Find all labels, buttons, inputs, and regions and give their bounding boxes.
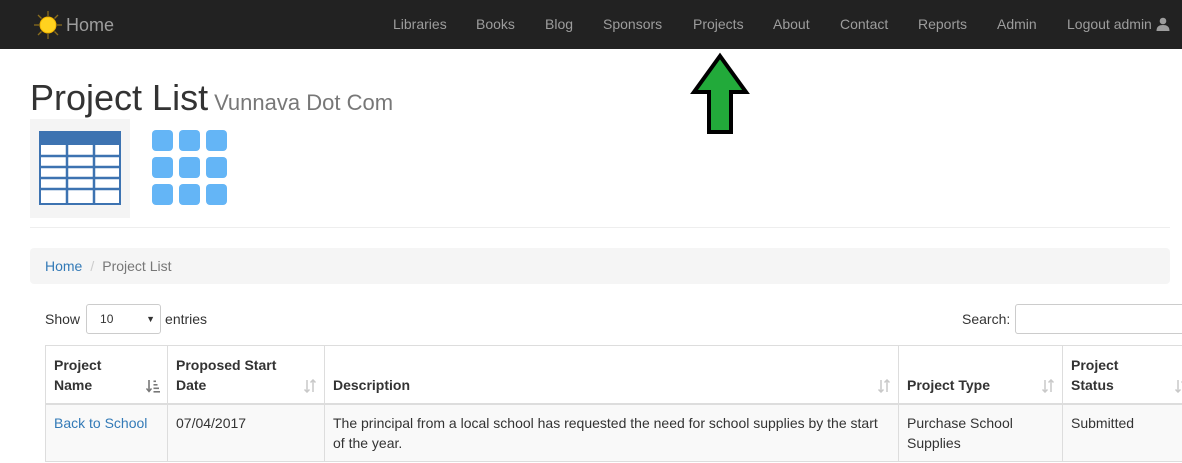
col-header-line1: Proposed Start [176,356,277,373]
breadcrumb-home-link[interactable]: Home [45,258,82,274]
caret-down-icon: ▼ [146,314,156,324]
cell-description: The principal from a local school has re… [324,403,899,462]
sort-both-icon [877,378,891,393]
table-header-row: Project Name Proposed Start Date Descrip… [45,345,1182,405]
divider [30,227,1170,228]
sort-both-icon [303,378,317,393]
project-table-wrapper: Project Name Proposed Start Date Descrip… [45,345,1182,463]
cell-project-name: Back to School [45,403,168,462]
table-row: Back to School 07/04/2017 The principal … [45,403,1182,462]
table-search-control: Search: [962,304,1182,334]
breadcrumb: Home / Project List [30,248,1170,284]
nav-sponsors[interactable]: Sponsors [603,16,662,32]
col-header-line1: Project [1071,356,1119,373]
sort-both-icon [1041,378,1055,393]
col-header-line2: Date [176,376,207,393]
project-link[interactable]: Back to School [54,415,147,431]
nav-books[interactable]: Books [476,16,515,32]
nav-menu: Libraries Books Blog Sponsors Projects A… [0,0,1182,49]
col-header-line2: Project Type [907,376,990,393]
entries-select[interactable]: 10 ▼ [86,304,162,334]
cell-project-type: Purchase School Supplies [898,403,1063,462]
up-arrow-annotation-icon [690,52,750,134]
nav-reports[interactable]: Reports [918,16,967,32]
cell-project-status: Submitted [1062,403,1182,462]
page-title-text: Project List [30,77,209,118]
page-title: Project List Vunnava Dot Com [30,78,393,123]
table-view-button[interactable] [30,119,130,218]
user-icon [1156,17,1170,31]
grid-view-button[interactable] [150,128,230,208]
entries-label: entries [165,311,208,327]
breadcrumb-separator: / [90,258,95,274]
col-header-project-status[interactable]: Project Status [1062,345,1182,405]
breadcrumb-current: Project List [102,258,172,274]
col-header-line1: Project [54,356,102,373]
cell-start-date: 07/04/2017 [167,403,325,462]
col-header-project-name[interactable]: Project Name [45,345,168,405]
nav-blog[interactable]: Blog [545,16,573,32]
col-header-line2: Description [333,376,411,393]
logout-label: Logout admin [1067,16,1152,32]
sort-ascending-icon [146,379,160,393]
entries-select-value: 10 [100,312,114,326]
nav-about[interactable]: About [773,16,810,32]
search-input[interactable] [1015,304,1182,334]
show-label: Show [45,311,81,327]
nav-libraries[interactable]: Libraries [393,16,447,32]
sort-both-icon [1174,379,1182,393]
page-subtitle: Vunnava Dot Com [214,90,394,115]
nav-admin[interactable]: Admin [997,16,1037,32]
grid-view-icon [152,130,227,205]
table-view-icon [39,131,121,205]
nav-contact[interactable]: Contact [840,16,888,32]
entries-length-control: Show 10 ▼ entries [45,304,207,334]
col-header-project-type[interactable]: Project Type [898,345,1063,405]
col-header-line2: Name [54,376,93,393]
top-navbar: Home Libraries Books Blog Sponsors Proje… [0,0,1182,49]
nav-projects[interactable]: Projects [693,16,744,32]
col-header-description[interactable]: Description [324,345,899,405]
project-table: Project Name Proposed Start Date Descrip… [45,345,1182,462]
col-header-start-date[interactable]: Proposed Start Date [167,345,325,405]
col-header-line2: Status [1071,376,1114,393]
nav-logout[interactable]: Logout admin [1067,16,1170,32]
search-label: Search: [962,311,1011,327]
